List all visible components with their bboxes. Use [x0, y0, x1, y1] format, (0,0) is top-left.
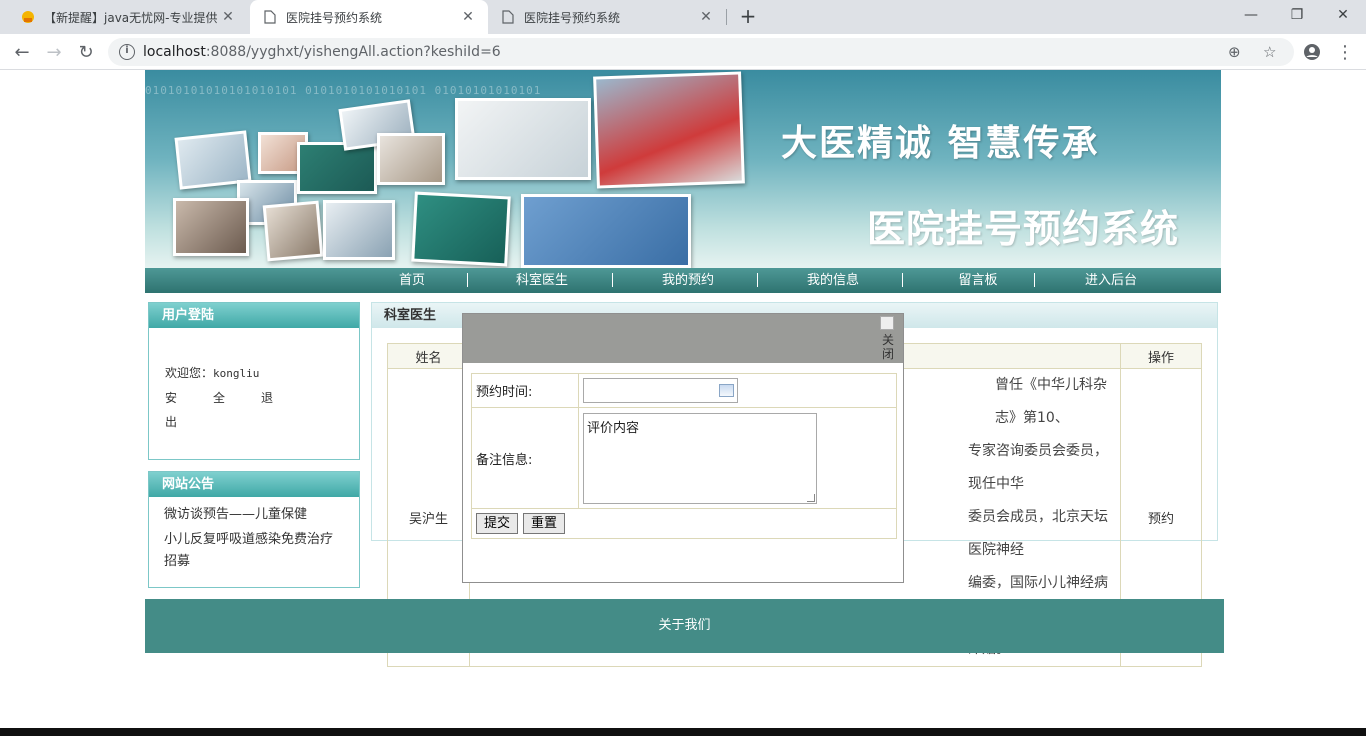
- dialog-close-icon[interactable]: 关闭: [875, 316, 899, 361]
- tab-title: 医院挂号预约系统: [524, 10, 621, 25]
- nav-message-board[interactable]: 留言板: [933, 268, 1023, 293]
- nav-separator: [467, 273, 468, 287]
- reload-icon[interactable]: ↻: [74, 40, 98, 64]
- banner-photo: [521, 194, 691, 268]
- maximize-icon[interactable]: ❐: [1274, 0, 1320, 30]
- nav-separator: [1034, 273, 1035, 287]
- calendar-icon[interactable]: [719, 384, 734, 397]
- info-icon[interactable]: i: [119, 44, 135, 60]
- notice-item[interactable]: 小儿反复呼吸道感染免费治疗: [149, 527, 359, 552]
- notice-item[interactable]: 微访谈预告——儿童保健: [149, 502, 359, 527]
- about-us-link[interactable]: 关于我们: [658, 618, 710, 633]
- main-nav-bar: 首页 科室医生 我的预约 我的信息 留言板 进入后台: [145, 268, 1221, 293]
- browser-tab-2[interactable]: 医院挂号预约系统 ✕: [250, 0, 488, 34]
- welcome-label: 欢迎您：: [165, 366, 214, 380]
- address-bar[interactable]: i localhost:8088/yyghxt/yishengAll.actio…: [108, 38, 1294, 66]
- new-tab-button[interactable]: +: [736, 5, 760, 29]
- back-arrow-icon[interactable]: ←: [10, 40, 34, 64]
- bookmark-star-icon[interactable]: ☆: [1263, 43, 1276, 61]
- nav-my-appointments[interactable]: 我的预约: [643, 268, 733, 293]
- login-status: 欢迎您：kongliu 安全退出: [165, 361, 345, 434]
- os-taskbar: [0, 728, 1366, 736]
- login-panel: 用户登陆 欢迎您：kongliu 安全退出: [148, 302, 360, 460]
- site-favicon-icon: [20, 9, 36, 25]
- banner-photo: [297, 142, 377, 194]
- url-text: localhost:8088/yyghxt/yishengAll.action?…: [143, 44, 501, 60]
- close-window-icon[interactable]: ✕: [1320, 0, 1366, 30]
- forward-arrow-icon[interactable]: →: [42, 40, 66, 64]
- nav-admin[interactable]: 进入后台: [1065, 268, 1157, 293]
- appointment-form: 预约时间: 备注信息: 评价内容 提交 重置: [471, 373, 897, 539]
- zoom-icon[interactable]: ⊕: [1228, 43, 1241, 61]
- header-banner: 01010101010101010101 0101010101010101 01…: [145, 70, 1221, 268]
- footer-bar: 关于我们: [145, 599, 1224, 653]
- nav-separator: [902, 273, 903, 287]
- login-panel-title: 用户登陆: [149, 303, 359, 328]
- dialog-header: 关闭: [463, 314, 903, 363]
- remark-textarea[interactable]: 评价内容: [583, 412, 817, 504]
- resize-grip-icon[interactable]: [807, 493, 815, 502]
- tab-title: 【新提醒】java无忧网-专业提供: [44, 10, 218, 25]
- username: kongliu: [213, 367, 260, 380]
- banner-photo: [593, 71, 745, 189]
- notice-list: 微访谈预告——儿童保健 小儿反复呼吸道感染免费治疗 招募: [149, 497, 359, 572]
- browser-toolbar: ← → ↻ i localhost:8088/yyghxt/yishengAll…: [0, 34, 1366, 70]
- reset-button[interactable]: 重置: [523, 513, 566, 534]
- menu-kebab-icon[interactable]: ⋮: [1333, 40, 1357, 64]
- nav-my-info[interactable]: 我的信息: [788, 268, 878, 293]
- banner-system-title: 医院挂号预约系统: [867, 207, 1180, 251]
- remark-label: 备注信息:: [471, 407, 579, 509]
- notice-item[interactable]: 招募: [149, 552, 359, 572]
- banner-photo: [455, 98, 591, 180]
- close-tab-icon[interactable]: ✕: [698, 9, 714, 25]
- banner-photo: [411, 191, 511, 267]
- tab-separator: [726, 9, 727, 25]
- nav-separator: [612, 273, 613, 287]
- close-alt-text: 关闭: [881, 333, 894, 361]
- banner-photo: [173, 198, 249, 256]
- minimize-icon[interactable]: —: [1228, 0, 1274, 30]
- nav-separator: [757, 273, 758, 287]
- close-tab-icon[interactable]: ✕: [460, 9, 476, 25]
- browser-tab-3[interactable]: 医院挂号预约系统 ✕: [488, 0, 726, 34]
- banner-photo: [323, 200, 395, 260]
- col-header-name: 姓名: [387, 343, 470, 369]
- broken-image-icon: [880, 316, 894, 330]
- banner-binary-decoration: 01010101010101010101 0101010101010101 01…: [145, 84, 542, 97]
- nav-department-doctors[interactable]: 科室医生: [497, 268, 587, 293]
- submit-button[interactable]: 提交: [476, 513, 519, 534]
- notice-panel: 网站公告 微访谈预告——儿童保健 小儿反复呼吸道感染免费治疗 招募: [148, 471, 360, 588]
- remark-text: 评价内容: [587, 420, 640, 436]
- browser-tab-strip: 【新提醒】java无忧网-专业提供 ✕ 医院挂号预约系统 ✕ 医院挂号预约系统 …: [0, 0, 1366, 34]
- banner-slogan: 大医精诚 智慧传承: [781, 123, 1100, 164]
- close-tab-icon[interactable]: ✕: [220, 9, 236, 25]
- appointment-time-input[interactable]: [583, 378, 738, 403]
- tab-title: 医院挂号预约系统: [286, 10, 383, 25]
- appointment-dialog: 关闭 预约时间: 备注信息: 评价内容 提交 重置: [462, 313, 904, 583]
- time-label: 预约时间:: [471, 373, 579, 408]
- banner-photo: [377, 133, 445, 185]
- col-header-action: 操作: [1120, 343, 1202, 369]
- page-icon: [262, 9, 278, 25]
- account-icon[interactable]: [1300, 40, 1324, 64]
- browser-tab-1[interactable]: 【新提醒】java无忧网-专业提供 ✕: [8, 0, 248, 34]
- logout-link[interactable]: 安全退出: [165, 391, 309, 429]
- page-icon: [500, 9, 516, 25]
- nav-home[interactable]: 首页: [378, 268, 446, 293]
- banner-photo: [262, 200, 324, 262]
- notice-panel-title: 网站公告: [149, 472, 359, 497]
